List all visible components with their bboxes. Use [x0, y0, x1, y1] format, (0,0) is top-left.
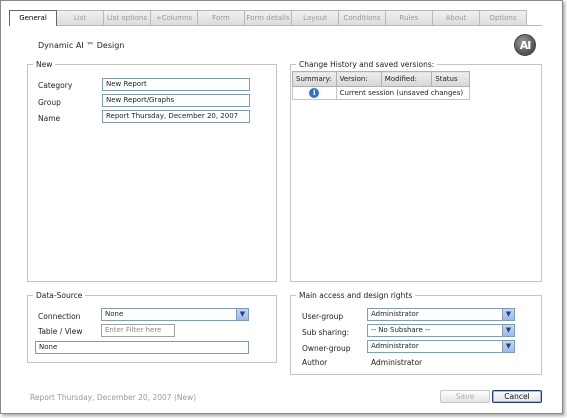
author-value: Administrator [371, 358, 423, 367]
tab-bar: General List List options +Columns Form … [9, 10, 527, 26]
table-view-label: Table / View [38, 327, 83, 336]
user-group-select[interactable]: Administrator ▼ [367, 308, 515, 321]
group-label: Group [38, 98, 61, 107]
tab-layout[interactable]: Layout [291, 10, 339, 25]
sub-sharing-label: Sub sharing: [302, 328, 350, 337]
connection-value: None [105, 310, 124, 318]
access-legend: Main access and design rights [296, 291, 416, 300]
history-cell-description: Current session (unsaved changes) [335, 86, 471, 100]
table-row[interactable]: i Current session (unsaved changes) [292, 86, 471, 100]
tab-conditions[interactable]: Conditions [338, 10, 386, 25]
group-field[interactable]: New Report/Graphs [102, 94, 250, 107]
name-field[interactable]: Report Thursday, December 20, 2007 [102, 110, 250, 123]
sub-sharing-select[interactable]: -- No Subshare -- ▼ [367, 324, 515, 337]
history-cell-summary: i [292, 86, 337, 100]
tab-columns[interactable]: +Columns [150, 10, 198, 25]
owner-group-label: Owner-group [302, 344, 351, 353]
tab-general[interactable]: General [9, 10, 57, 26]
tab-list-options[interactable]: List options [103, 10, 151, 25]
chevron-down-icon[interactable]: ▼ [502, 309, 514, 320]
datasource-legend: Data-Source [33, 291, 86, 300]
logo-icon: AI [514, 34, 536, 56]
history-table: Summary: Version: Modified: Status i Cur… [292, 71, 471, 100]
sub-sharing-value: -- No Subshare -- [371, 326, 431, 334]
connection-select[interactable]: None ▼ [101, 308, 249, 321]
tab-form-details[interactable]: Form details [244, 10, 292, 25]
tab-about[interactable]: About [432, 10, 480, 25]
page-title: Dynamic AI ™ Design [38, 41, 125, 50]
history-col-status[interactable]: Status [431, 71, 470, 87]
tab-divider [9, 25, 542, 26]
tab-form[interactable]: Form [197, 10, 245, 25]
history-col-modified[interactable]: Modified: [380, 71, 433, 87]
tab-list[interactable]: List [56, 10, 104, 25]
user-group-value: Administrator [371, 310, 419, 318]
history-header-row: Summary: Version: Modified: Status [292, 71, 470, 87]
owner-group-select[interactable]: Administrator ▼ [367, 340, 515, 353]
status-text: Report Thursday, December 20, 2007 (New) [30, 393, 197, 402]
cancel-button[interactable]: Cancel [492, 390, 542, 403]
connection-label: Connection [38, 312, 81, 321]
save-button[interactable]: Save [440, 390, 490, 403]
filter-input[interactable]: Enter Filter here [101, 324, 175, 337]
tab-rules[interactable]: Rules [385, 10, 433, 25]
new-group-legend: New [33, 60, 56, 69]
chevron-down-icon[interactable]: ▼ [502, 341, 514, 352]
author-label: Author [302, 358, 328, 367]
owner-group-value: Administrator [371, 342, 419, 350]
info-icon[interactable]: i [309, 88, 320, 98]
chevron-down-icon[interactable]: ▼ [502, 325, 514, 336]
tab-options[interactable]: Options [479, 10, 527, 25]
user-group-label: User-group [302, 312, 344, 321]
history-group-legend: Change History and saved versions: [296, 60, 438, 69]
category-field[interactable]: New Report [102, 78, 250, 91]
design-window: General List List options +Columns Form … [0, 0, 563, 414]
name-label: Name [38, 114, 61, 123]
history-col-summary[interactable]: Summary: [292, 71, 337, 87]
chevron-down-icon[interactable]: ▼ [236, 309, 248, 320]
history-col-version[interactable]: Version: [335, 71, 382, 87]
table-view-field[interactable]: None [35, 341, 249, 354]
category-label: Category [38, 81, 73, 90]
